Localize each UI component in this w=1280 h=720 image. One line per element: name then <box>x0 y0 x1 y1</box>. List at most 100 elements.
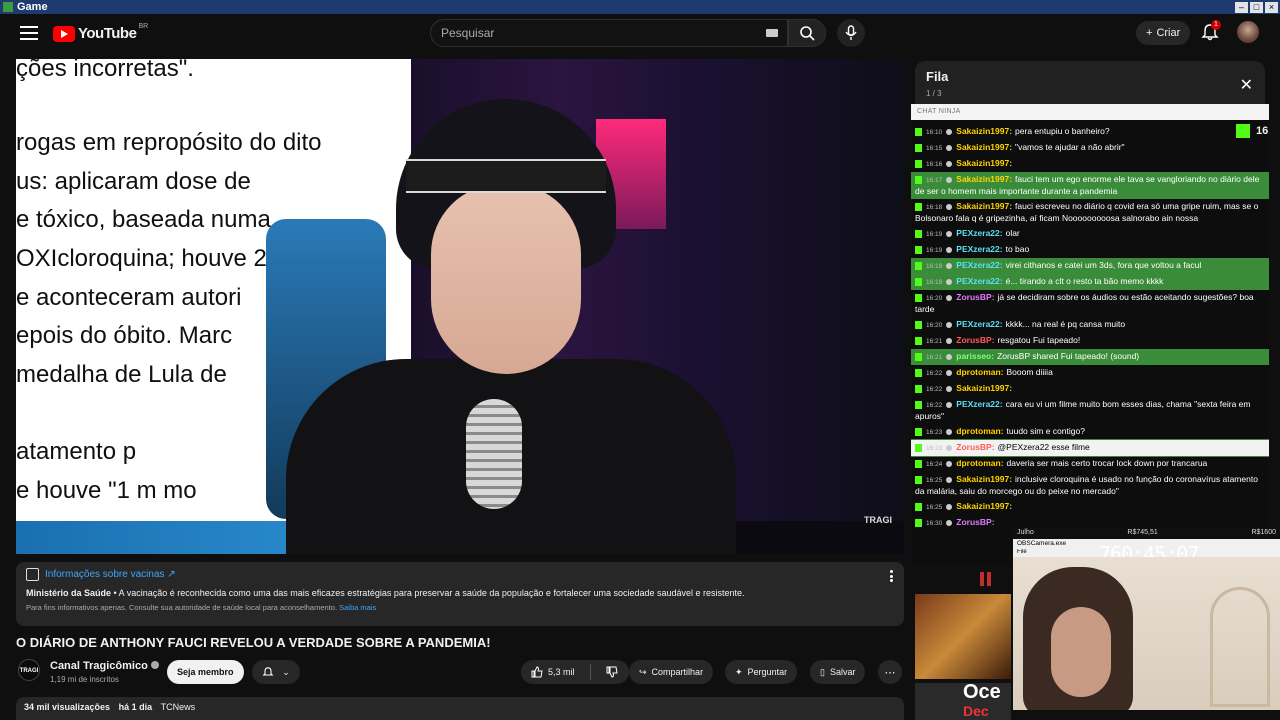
channel-avatar[interactable]: TRAGI <box>18 659 40 681</box>
message-username[interactable]: dprotoman: <box>956 458 1003 468</box>
message-username[interactable]: PEXzera22: <box>956 276 1002 286</box>
thumbnail-text: Dec <box>963 703 989 719</box>
user-badge-icon <box>946 176 953 183</box>
join-membership-button[interactable]: Seja membro <box>167 660 244 684</box>
message-username[interactable]: ZorusBP: <box>956 335 994 345</box>
sparkle-icon: ✦ <box>735 666 743 677</box>
minimize-icon[interactable]: ‒ <box>1235 1 1248 13</box>
message-username[interactable]: ZorusBP: <box>956 517 994 527</box>
youtube-logo[interactable]: YouTube BR <box>53 23 148 42</box>
ask-button[interactable]: ✦ Perguntar <box>725 660 798 684</box>
close-icon[interactable]: × <box>1265 1 1278 13</box>
chat-message: 16:23 dprotoman: tuudo sim e contigo? <box>911 424 1269 440</box>
search-box[interactable] <box>430 19 788 47</box>
menu-icon[interactable] <box>20 26 38 40</box>
recommendation-thumbnails[interactable]: Oce Dec <box>915 594 1011 720</box>
message-text: kkkk... na real é pq cansa muito <box>1005 319 1126 329</box>
user-badge-icon <box>946 294 953 301</box>
message-username[interactable]: Sakaizin1997: <box>956 126 1012 136</box>
goal-amount-current: R$745,51 <box>1127 529 1158 536</box>
message-username[interactable]: Sakaizin1997: <box>956 142 1012 152</box>
message-time: 16:22 <box>926 370 943 377</box>
message-username[interactable]: PEXzera22: <box>956 399 1002 409</box>
kick-icon <box>915 159 922 168</box>
thumbnail-image[interactable]: Oce Dec <box>915 681 1011 720</box>
chat-message: 16:20 ZorusBP: já se decidiram sobre os áu… <box>911 290 1269 317</box>
info-source[interactable]: Ministério da Saúde <box>26 588 111 598</box>
info-panel-title[interactable]: Informações sobre vacinas ↗ <box>45 569 176 580</box>
voice-search-button[interactable] <box>837 19 865 47</box>
message-text: to bao <box>1005 244 1030 254</box>
window-title: Game <box>17 1 48 13</box>
message-time: 16:20 <box>926 322 943 329</box>
save-button[interactable]: ▯ Salvar <box>810 660 866 684</box>
message-text: daveria ser mais certo trocar lock down … <box>1006 458 1208 468</box>
camera-app-name: OBSCamera.exe <box>1017 540 1067 547</box>
upload-age: há 1 dia <box>118 702 153 712</box>
video-description-box[interactable]: 34 mil visualizações há 1 dia TCNews <box>16 697 904 720</box>
chat-message: 16:19 PEXzera22: virei cithanos e catei um… <box>911 258 1269 274</box>
channel-name[interactable]: Canal Tragicômico <box>50 660 148 672</box>
thumbnail-image[interactable] <box>915 594 1011 679</box>
message-text: virei cithanos e catei um 3ds, fora que … <box>1005 260 1202 270</box>
message-username[interactable]: Sakaizin1997: <box>956 383 1012 393</box>
chat-overlay: CHAT NINJA 16:10 Sakaizin1997: pera entupi… <box>911 104 1269 565</box>
message-text: pera entupiu o banheiro? <box>1015 126 1110 136</box>
message-username[interactable]: PEXzera22: <box>956 260 1002 270</box>
webcam-person-face <box>1051 607 1111 697</box>
message-username[interactable]: dprotoman: <box>956 367 1003 377</box>
video-player[interactable]: ções incorretas". rogas em repropósito d… <box>16 59 904 554</box>
subscription-bell-button[interactable]: ⌄ <box>252 660 300 684</box>
message-time: 16:20 <box>926 295 943 302</box>
microphone-icon <box>845 25 857 40</box>
overlay-line: ções incorretas". <box>16 59 194 82</box>
kick-icon <box>915 277 922 286</box>
user-badge-icon <box>946 385 953 392</box>
stream-overlay: Julho R$745,51 R$1600 OBSCamera.exe File… <box>1013 528 1280 720</box>
keyboard-icon[interactable] <box>766 29 778 37</box>
message-time: 16:19 <box>926 279 943 286</box>
user-badge-icon <box>946 476 953 483</box>
message-username[interactable]: PEXzera22: <box>956 228 1002 238</box>
message-username[interactable]: ZorusBP: <box>956 442 994 452</box>
chat-messages: 16:10 Sakaizin1997: pera entupiu o banheir… <box>911 120 1269 531</box>
kick-icon <box>915 400 922 409</box>
close-icon[interactable]: ✕ <box>1240 75 1253 95</box>
kick-icon <box>915 427 922 436</box>
info-panel-menu-icon[interactable] <box>890 570 894 582</box>
message-text: é... tirando a clt o resto ta bão memo k… <box>1005 276 1164 286</box>
user-badge-icon <box>946 519 953 526</box>
subscriber-count: 1,19 mi de inscritos <box>50 675 119 684</box>
message-username[interactable]: dprotoman: <box>956 426 1003 436</box>
message-time: 16:21 <box>926 354 943 361</box>
message-username[interactable]: Sakaizin1997: <box>956 201 1012 211</box>
search-input[interactable] <box>441 26 761 40</box>
message-username[interactable]: ZorusBP: <box>956 292 994 302</box>
create-button[interactable]: + Criar <box>1136 21 1191 45</box>
user-badge-icon <box>946 278 953 285</box>
dislike-button[interactable] <box>596 660 628 684</box>
message-time: 16:16 <box>926 161 943 168</box>
pause-icon[interactable] <box>980 572 994 586</box>
like-button[interactable]: 5,3 mil <box>521 660 585 684</box>
search-button[interactable] <box>788 19 826 47</box>
message-username[interactable]: Sakaizin1997: <box>956 474 1012 484</box>
user-badge-icon <box>946 128 953 135</box>
maximize-icon[interactable]: □ <box>1250 1 1263 13</box>
chevron-down-icon: ⌄ <box>282 666 290 677</box>
learn-more-link[interactable]: Saiba mais <box>339 603 376 612</box>
message-username[interactable]: parisseo: <box>956 351 994 361</box>
share-button[interactable]: ↪ Compartilhar <box>629 660 714 684</box>
message-username[interactable]: PEXzera22: <box>956 319 1002 329</box>
message-username[interactable]: Sakaizin1997: <box>956 174 1012 184</box>
goal-amount-target: R$1600 <box>1251 529 1276 536</box>
user-badge-icon <box>946 246 953 253</box>
hashtag[interactable]: TCNews <box>161 702 196 712</box>
youtube-play-icon <box>53 25 75 42</box>
more-actions-button[interactable]: ⋯ <box>878 660 902 684</box>
user-avatar[interactable] <box>1237 21 1259 43</box>
message-username[interactable]: PEXzera22: <box>956 244 1002 254</box>
message-username[interactable]: Sakaizin1997: <box>956 501 1012 511</box>
message-username[interactable]: Sakaizin1997: <box>956 158 1012 168</box>
message-time: 16:23 <box>926 445 943 452</box>
